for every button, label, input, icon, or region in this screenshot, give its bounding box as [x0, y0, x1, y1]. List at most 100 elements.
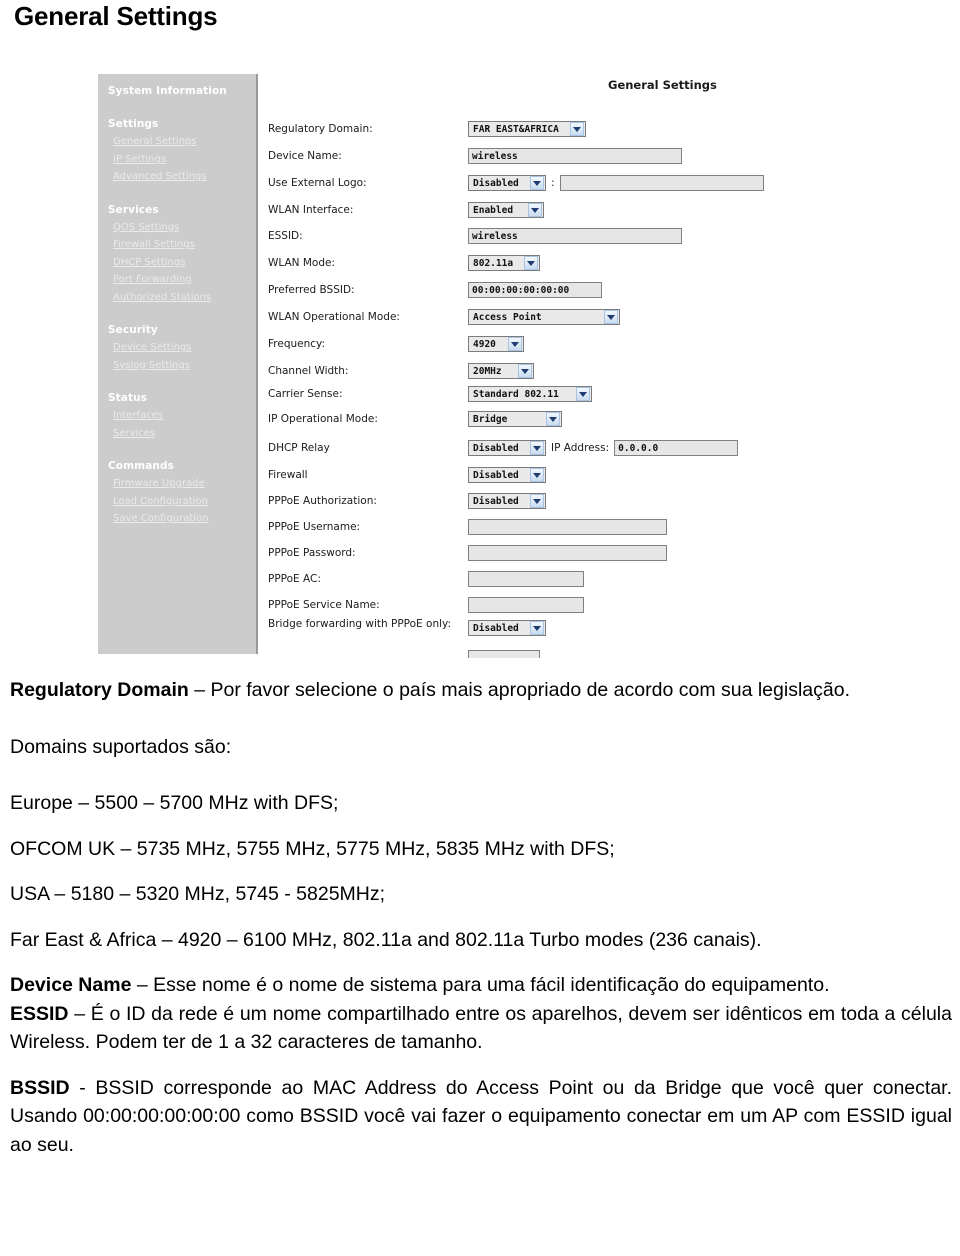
select-regulatory-domain[interactable]: FAR EAST&AFRICA	[468, 121, 586, 137]
select-carrier-sense[interactable]: Standard 802.11	[468, 386, 592, 402]
sidebar-group-security: Security	[108, 324, 158, 336]
clipped-control-bottom-edge	[468, 650, 540, 658]
field-row-frequency: Frequency: 4920	[260, 333, 820, 355]
control-wlan-operational-mode: Access Point	[468, 309, 620, 325]
select-firewall[interactable]: Disabled	[468, 467, 546, 483]
label-pppoe-ac: PPPoE AC:	[268, 573, 321, 585]
input-pppoe-service-name[interactable]	[468, 597, 584, 613]
input-preferred-bssid[interactable]: 00:00:00:00:00:00	[468, 282, 602, 298]
select-wlan-mode[interactable]: 802.11a	[468, 255, 540, 271]
input-essid[interactable]: wireless	[468, 228, 682, 244]
input-pppoe-password[interactable]	[468, 545, 667, 561]
label-carrier-sense: Carrier Sense:	[268, 388, 343, 400]
control-pppoe-password	[468, 545, 667, 561]
select-channel-width[interactable]: 20MHz	[468, 363, 534, 379]
domain-entry-usa: USA – 5180 – 5320 MHz, 5745 - 5825MHz;	[10, 883, 386, 905]
sidebar-item-advanced-settings[interactable]: Advanced Settings	[98, 168, 256, 186]
chevron-down-icon	[530, 494, 544, 508]
chevron-down-icon	[530, 621, 544, 635]
field-row-essid: ESSID: wireless	[260, 225, 820, 247]
settings-form-panel: General Settings Regulatory Domain: FAR …	[260, 72, 860, 658]
sidebar-item-authorized-stations[interactable]: Authorized Stations	[98, 289, 256, 307]
label-channel-width: Channel Width:	[268, 365, 349, 377]
input-dhcp-relay-ip-address[interactable]: 0.0.0.0	[614, 440, 739, 456]
field-row-ip-operational-mode: IP Operational Mode: Bridge	[260, 408, 820, 430]
select-dhcp-relay[interactable]: Disabled	[468, 440, 546, 456]
paragraph-regulatory-domain: Regulatory Domain – Por favor selecione …	[10, 676, 952, 705]
sidebar-item-firewall-settings[interactable]: Firewall Settings	[98, 236, 256, 254]
sidebar-item-load-configuration[interactable]: Load Configuration	[98, 493, 256, 511]
sidebar-item-qos-settings[interactable]: QOS Settings	[98, 219, 256, 237]
page-title: General Settings	[14, 1, 218, 31]
paragraph-domains-intro: Domains suportados são:	[10, 735, 232, 758]
select-wlan-operational-mode[interactable]: Access Point	[468, 309, 620, 325]
select-wlan-interface[interactable]: Enabled	[468, 202, 544, 218]
sidebar-item-firmware-upgrade[interactable]: Firmware Upgrade	[98, 475, 256, 493]
select-frequency[interactable]: 4920	[468, 336, 524, 352]
input-pppoe-username[interactable]	[468, 519, 667, 535]
paragraph-regulatory-domain-text: – Por favor selecione o país mais apropr…	[188, 679, 850, 701]
router-admin-screenshot: System Information Settings General Sett…	[98, 72, 860, 658]
select-pppoe-authorization[interactable]: Disabled	[468, 493, 546, 509]
input-external-logo-url[interactable]	[559, 175, 764, 191]
sidebar-group-settings: Settings	[108, 118, 159, 130]
control-frequency: 4920	[468, 336, 524, 352]
input-device-name[interactable]: wireless	[468, 148, 682, 164]
label-device-name: Device Name:	[268, 150, 342, 162]
sidebar-item-device-settings[interactable]: Device Settings	[98, 339, 256, 357]
chevron-down-icon	[530, 441, 544, 455]
control-wlan-interface: Enabled	[468, 202, 544, 218]
field-row-bridge-forwarding: Bridge forwarding with PPPoE only: Disab…	[260, 618, 820, 648]
select-bridge-forwarding[interactable]: Disabled	[468, 620, 546, 636]
term-essid: ESSID	[10, 1002, 69, 1025]
sidebar-item-syslog-settings[interactable]: Syslog Settings	[98, 357, 256, 375]
sidebar-item-general-settings[interactable]: General Settings	[98, 133, 256, 151]
sidebar-item-ip-settings[interactable]: IP Settings	[98, 151, 256, 169]
input-pppoe-ac[interactable]	[468, 571, 584, 587]
label-preferred-bssid: Preferred BSSID:	[268, 284, 355, 296]
control-firewall: Disabled	[468, 467, 546, 483]
label-dhcp-relay: DHCP Relay	[268, 442, 330, 454]
label-frequency: Frequency:	[268, 338, 326, 350]
control-pppoe-authorization: Disabled	[468, 493, 546, 509]
label-use-external-logo: Use External Logo:	[268, 177, 367, 189]
paragraph-bssid-text: - BSSID corresponde ao MAC Address do Ac…	[10, 1076, 952, 1156]
control-device-name: wireless	[468, 148, 682, 164]
chevron-down-icon	[528, 203, 542, 217]
chevron-down-icon	[530, 176, 544, 190]
control-preferred-bssid: 00:00:00:00:00:00	[468, 282, 602, 298]
sidebar-group-status: Status	[108, 392, 148, 404]
sidebar-item-dhcp-settings[interactable]: DHCP Settings	[98, 254, 256, 272]
select-use-external-logo[interactable]: Disabled	[468, 175, 546, 191]
sidebar-item-interfaces[interactable]: Interfaces	[98, 407, 256, 425]
label-regulatory-domain: Regulatory Domain:	[268, 123, 373, 135]
field-row-channel-width: Channel Width: 20MHz	[260, 360, 820, 382]
domain-entry-europe: Europe – 5500 – 5700 MHz with DFS;	[10, 792, 339, 814]
label-bridge-forwarding: Bridge forwarding with PPPoE only:	[268, 618, 452, 630]
panel-title: General Settings	[608, 78, 717, 92]
field-row-preferred-bssid: Preferred BSSID: 00:00:00:00:00:00	[260, 279, 820, 301]
label-pppoe-username: PPPoE Username:	[268, 521, 361, 533]
label-wlan-mode: WLAN Mode:	[268, 257, 335, 269]
control-ip-operational-mode: Bridge	[468, 411, 562, 427]
sidebar-item-port-forwarding[interactable]: Port Forwarding	[98, 271, 256, 289]
chevron-down-icon	[530, 468, 544, 482]
field-row-pppoe-service-name: PPPoE Service Name:	[260, 594, 820, 616]
control-dhcp-relay: Disabled IP Address: 0.0.0.0	[468, 440, 739, 456]
field-row-pppoe-username: PPPoE Username:	[260, 516, 820, 538]
control-pppoe-service-name	[468, 597, 584, 613]
label-ip-address: IP Address:	[551, 442, 610, 454]
field-row-device-name: Device Name: wireless	[260, 145, 820, 167]
sidebar-group-services: Services	[108, 203, 159, 216]
chevron-down-icon	[604, 310, 618, 324]
select-ip-operational-mode[interactable]: Bridge	[468, 411, 562, 427]
field-row-dhcp-relay: DHCP Relay Disabled IP Address: 0.0.0.0	[260, 437, 900, 459]
sidebar-item-save-configuration[interactable]: Save Configuration	[98, 510, 256, 528]
sidebar-group-commands: Commands	[108, 460, 174, 472]
field-row-pppoe-ac: PPPoE AC:	[260, 568, 820, 590]
chevron-down-icon	[518, 364, 532, 378]
field-row-pppoe-authorization: PPPoE Authorization: Disabled	[260, 490, 820, 512]
sidebar-item-services[interactable]: Services	[98, 425, 256, 443]
control-pppoe-username	[468, 519, 667, 535]
field-row-firewall: Firewall Disabled	[260, 464, 820, 486]
